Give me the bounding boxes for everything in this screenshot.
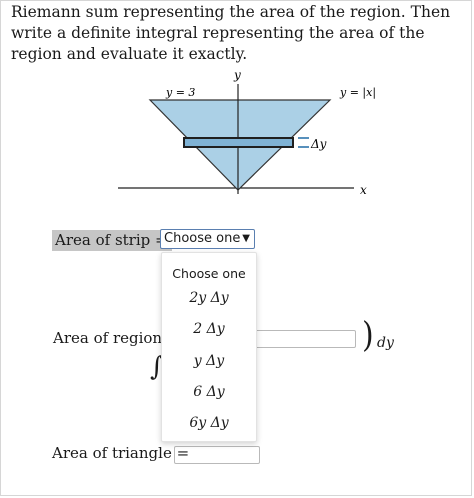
strip-select-value: Choose one bbox=[164, 231, 241, 246]
dropdown-option[interactable]: y Δy bbox=[162, 353, 256, 369]
integrand-input[interactable] bbox=[254, 330, 356, 348]
area-of-strip-label: Area of strip = bbox=[52, 230, 172, 251]
top-line-label: y = 3 bbox=[165, 86, 195, 99]
x-axis-label: x bbox=[360, 183, 367, 197]
curve-label: y = |x| bbox=[339, 86, 376, 100]
triangle-area-input[interactable] bbox=[174, 446, 260, 464]
chevron-down-icon: ▼ bbox=[242, 233, 250, 244]
y-axis-label: y bbox=[233, 68, 241, 82]
strip-dropdown-menu: Choose one 2y Δy 2 Δy y Δy 6 Δy 6y Δy bbox=[161, 252, 257, 442]
dropdown-header[interactable]: Choose one bbox=[162, 266, 256, 281]
close-paren: ) bbox=[362, 315, 374, 356]
differential-label: dy bbox=[377, 335, 394, 351]
dropdown-option[interactable]: 2y Δy bbox=[162, 290, 256, 306]
dropdown-option[interactable]: 6y Δy bbox=[162, 415, 256, 431]
strip-select[interactable]: Choose one ▼ bbox=[160, 229, 255, 249]
dropdown-option[interactable]: 6 Δy bbox=[162, 384, 256, 400]
delta-y-label: Δy bbox=[310, 137, 327, 151]
dropdown-option[interactable]: 2 Δy bbox=[162, 321, 256, 337]
riemann-strip bbox=[183, 137, 294, 148]
area-of-triangle-label: Area of triangle = bbox=[52, 444, 190, 462]
